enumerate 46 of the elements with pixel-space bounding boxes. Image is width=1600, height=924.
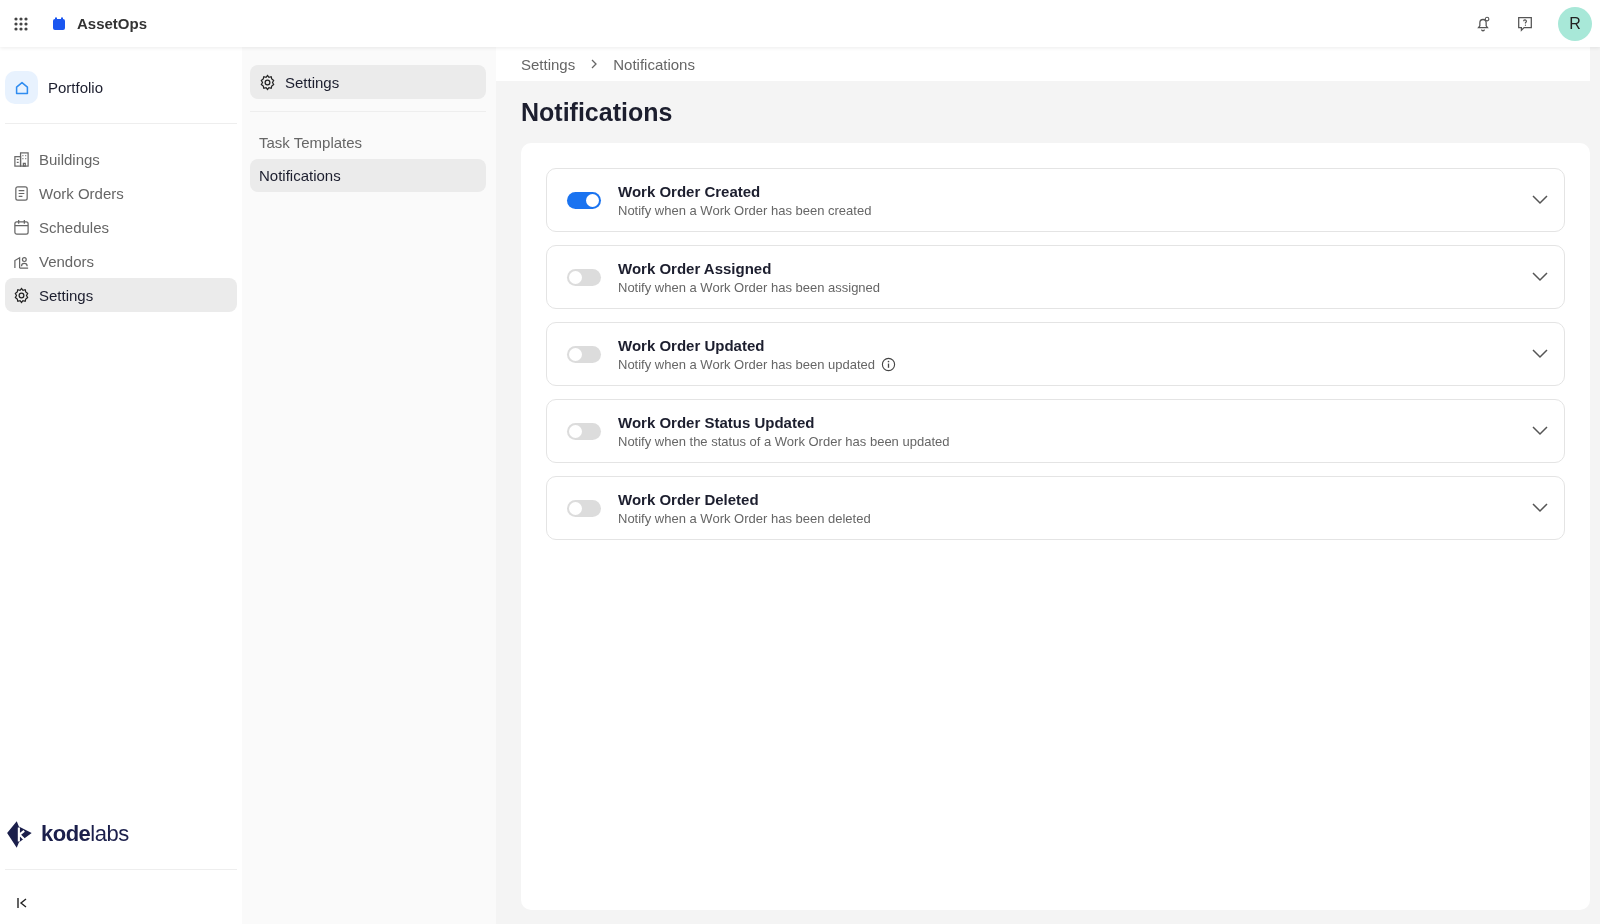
gear-icon xyxy=(259,73,276,91)
sidebar-item[interactable]: Settings xyxy=(5,278,237,312)
settings-header[interactable]: Settings xyxy=(250,65,486,99)
sidebar-item[interactable]: Buildings xyxy=(5,142,237,176)
chevron-down-icon[interactable] xyxy=(1532,349,1548,359)
notification-title: Work Order Status Updated xyxy=(618,413,816,431)
breadcrumb-item[interactable]: Settings xyxy=(521,55,576,73)
collapse-sidebar-icon[interactable] xyxy=(15,896,29,910)
home-icon xyxy=(5,71,38,104)
app-grid-icon[interactable] xyxy=(14,16,28,31)
toggle-switch[interactable] xyxy=(567,268,601,286)
notification-title: Work Order Updated xyxy=(618,336,766,354)
sidebar-item[interactable]: Work Orders xyxy=(5,176,237,210)
notification-description: Notify when a Work Order has been deleted xyxy=(618,510,871,526)
building-icon xyxy=(13,150,30,168)
app-name: AssetOps xyxy=(77,15,148,32)
sidebar-item[interactable]: Schedules xyxy=(5,210,237,244)
toggle-switch[interactable] xyxy=(567,345,601,363)
subnav-item[interactable]: Notifications xyxy=(250,159,486,192)
notification-description: Notify when a Work Order has been assigned xyxy=(618,279,881,295)
notification-description: Notify when the status of a Work Order has been updated xyxy=(618,433,950,449)
sidebar-item[interactable]: Vendors xyxy=(5,244,237,278)
notification-title: Work Order Deleted xyxy=(618,490,760,508)
app-logo-icon xyxy=(52,16,66,31)
document-icon xyxy=(13,184,30,202)
chevron-down-icon[interactable] xyxy=(1532,426,1548,436)
notification-title: Work Order Created xyxy=(618,182,762,200)
toggle-switch[interactable] xyxy=(567,499,601,517)
info-icon[interactable] xyxy=(881,356,897,372)
toggle-switch[interactable] xyxy=(567,422,601,440)
help-chat-icon[interactable] xyxy=(1516,14,1534,33)
page-title: Notifications xyxy=(521,98,674,127)
breadcrumb-item: Notifications xyxy=(613,55,695,73)
calendar-icon xyxy=(13,218,30,236)
toggle-switch[interactable] xyxy=(567,191,601,209)
notification-title: Work Order Assigned xyxy=(618,259,773,277)
notification-description: Notify when a Work Order has been created xyxy=(618,202,872,218)
company-logo-text: kodelabs xyxy=(41,821,129,847)
chevron-down-icon[interactable] xyxy=(1532,503,1548,513)
user-avatar[interactable]: R xyxy=(1558,6,1592,41)
chevron-down-icon[interactable] xyxy=(1532,272,1548,282)
chevron-down-icon[interactable] xyxy=(1532,195,1548,205)
portfolio-link[interactable]: Portfolio xyxy=(5,71,237,104)
gear-icon xyxy=(13,286,30,304)
notification-description: Notify when a Work Order has been updated xyxy=(618,356,876,372)
subnav-item[interactable]: Task Templates xyxy=(250,126,486,159)
